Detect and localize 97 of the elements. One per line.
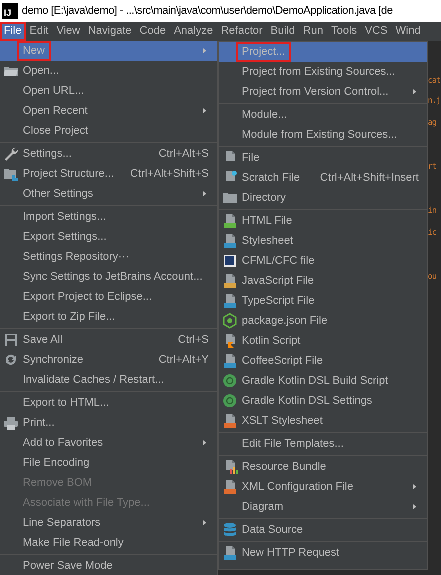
menu-item[interactable]: Other Settings — [0, 184, 217, 204]
menu-item[interactable]: JavaScript File — [219, 271, 427, 291]
menu-item[interactable]: Export to Zip File... — [0, 307, 217, 327]
submenu-arrow-icon — [201, 189, 209, 199]
menu-item[interactable]: XSLT Stylesheet — [219, 411, 427, 431]
menu-item[interactable]: Open Recent — [0, 101, 217, 121]
menu-item[interactable]: Settings Repository··· — [0, 247, 217, 267]
menu-item[interactable]: Settings... Ctrl+Alt+S — [0, 144, 217, 164]
menu-item[interactable]: Edit File Templates... — [219, 434, 427, 454]
document-icon — [222, 213, 238, 229]
menu-item[interactable]: Scratch File Ctrl+Alt+Shift+Insert — [219, 168, 427, 188]
menu-bar-item[interactable]: Run — [299, 22, 328, 41]
window-title: demo [E:\java\demo] - ...\src\main\java\com\user\demo\DemoApplication.java [de — [22, 4, 393, 19]
code-text: ic — [428, 227, 436, 239]
menu-bar-item[interactable]: Code — [136, 22, 170, 41]
menu-item[interactable]: package.json File — [219, 311, 427, 331]
menu-item[interactable]: Diagram — [219, 497, 427, 517]
menu-item[interactable]: Directory — [219, 188, 427, 208]
menu-bar-item[interactable]: File — [0, 22, 26, 41]
circle-icon — [222, 393, 238, 409]
database-icon — [222, 522, 238, 538]
menu-item[interactable]: Kotlin Script — [219, 331, 427, 351]
menu-item[interactable]: Module from Existing Sources... — [219, 125, 427, 145]
app-logo: IJ — [2, 3, 18, 19]
menu-item[interactable]: Resource Bundle — [219, 457, 427, 477]
shortcut-text: Ctrl+Alt+Shift+S — [130, 166, 209, 182]
menu-item[interactable]: Power Save Mode — [0, 556, 217, 575]
menu-item[interactable]: Export Settings... — [0, 227, 217, 247]
hexagon-icon — [222, 313, 238, 329]
menu-item[interactable]: Line Separators — [0, 513, 217, 533]
shortcut-text: Ctrl+S — [178, 332, 209, 348]
menu-item[interactable]: Open URL... — [0, 81, 217, 101]
menu-item[interactable]: Import Settings... — [0, 207, 217, 227]
submenu-arrow-icon — [201, 438, 209, 448]
menu-item[interactable]: Data Source — [219, 520, 427, 540]
document-icon — [222, 479, 238, 495]
wrench-icon — [3, 146, 19, 162]
code-text: ag — [428, 117, 436, 129]
code-text: cat — [428, 75, 441, 87]
document-icon — [222, 233, 238, 249]
menu-item[interactable]: File Encoding — [0, 453, 217, 473]
document-icon — [222, 353, 238, 369]
shortcut-text: Ctrl+Alt+Y — [158, 352, 209, 368]
menu-item[interactable]: Gradle Kotlin DSL Build Script — [219, 371, 427, 391]
menu-item[interactable]: Make File Read-only — [0, 533, 217, 553]
menu-item[interactable]: Stylesheet — [219, 231, 427, 251]
menu-item[interactable]: TypeScript File — [219, 291, 427, 311]
menu-item[interactable]: New HTTP Request — [219, 543, 427, 563]
menu-item[interactable]: Save All Ctrl+S — [0, 330, 217, 350]
submenu-arrow-icon — [201, 106, 209, 116]
document-icon — [222, 413, 238, 429]
document-icon — [222, 273, 238, 289]
menu-item[interactable]: CoffeeScript File — [219, 351, 427, 371]
shortcut-text: Ctrl+Alt+Shift+Insert — [320, 170, 419, 186]
menu-item[interactable]: Add to Favorites — [0, 433, 217, 453]
menu-item[interactable]: HTML File — [219, 211, 427, 231]
menu-bar-item[interactable]: Build — [266, 22, 300, 41]
menu-bar-item[interactable]: Wind — [392, 22, 425, 41]
menu-item[interactable]: Synchronize Ctrl+Alt+Y — [0, 350, 217, 370]
circle-icon — [222, 373, 238, 389]
menu-bar-item[interactable]: View — [52, 22, 84, 41]
document-icon — [222, 293, 238, 309]
menu-item[interactable]: Invalidate Caches / Restart... — [0, 370, 217, 390]
document-icon — [222, 545, 238, 561]
menu-item[interactable]: Export to HTML... — [0, 393, 217, 413]
menu-item[interactable]: Gradle Kotlin DSL Settings — [219, 391, 427, 411]
sync-icon — [3, 352, 19, 368]
menu-item[interactable]: Export Project to Eclipse... — [0, 287, 217, 307]
menu-item[interactable]: Sync Settings to JetBrains Account... — [0, 267, 217, 287]
code-text: rt — [428, 161, 436, 173]
menu-bar-item[interactable]: Navigate — [84, 22, 136, 41]
menu-item[interactable]: Project from Version Control... — [219, 82, 427, 102]
menu-bar-item[interactable]: VCS — [361, 22, 392, 41]
menu-item[interactable]: File — [219, 148, 427, 168]
menu-item[interactable]: Close Project — [0, 121, 217, 141]
code-text: in — [428, 205, 436, 217]
submenu-arrow-icon — [201, 46, 209, 56]
menu-item[interactable]: Project from Existing Sources... — [219, 62, 427, 82]
menu-item[interactable]: Print... — [0, 413, 217, 433]
code-text: ou — [428, 271, 436, 283]
folder-icon — [3, 166, 19, 182]
menu-item[interactable]: CFML/CFC file — [219, 251, 427, 271]
menu-item[interactable]: XML Configuration File — [219, 477, 427, 497]
menu-item[interactable]: Project Structure... Ctrl+Alt+Shift+S — [0, 164, 217, 184]
menu-bar-item[interactable]: Analyze — [170, 22, 218, 41]
menu-bar-item[interactable]: Tools — [327, 22, 362, 41]
code-text: n.j — [428, 95, 441, 107]
printer-icon — [3, 415, 19, 431]
folder-icon — [222, 190, 238, 206]
submenu-arrow-icon — [201, 518, 209, 528]
menu-bar-item[interactable]: Edit — [26, 22, 53, 41]
submenu-arrow-icon — [411, 87, 419, 97]
square-icon — [222, 253, 238, 269]
menu-bar-item[interactable]: Refactor — [217, 22, 267, 41]
shortcut-text: Ctrl+Alt+S — [158, 146, 209, 162]
menu-item[interactable]: Module... — [219, 105, 427, 125]
menu-item[interactable]: Open... — [0, 61, 217, 81]
